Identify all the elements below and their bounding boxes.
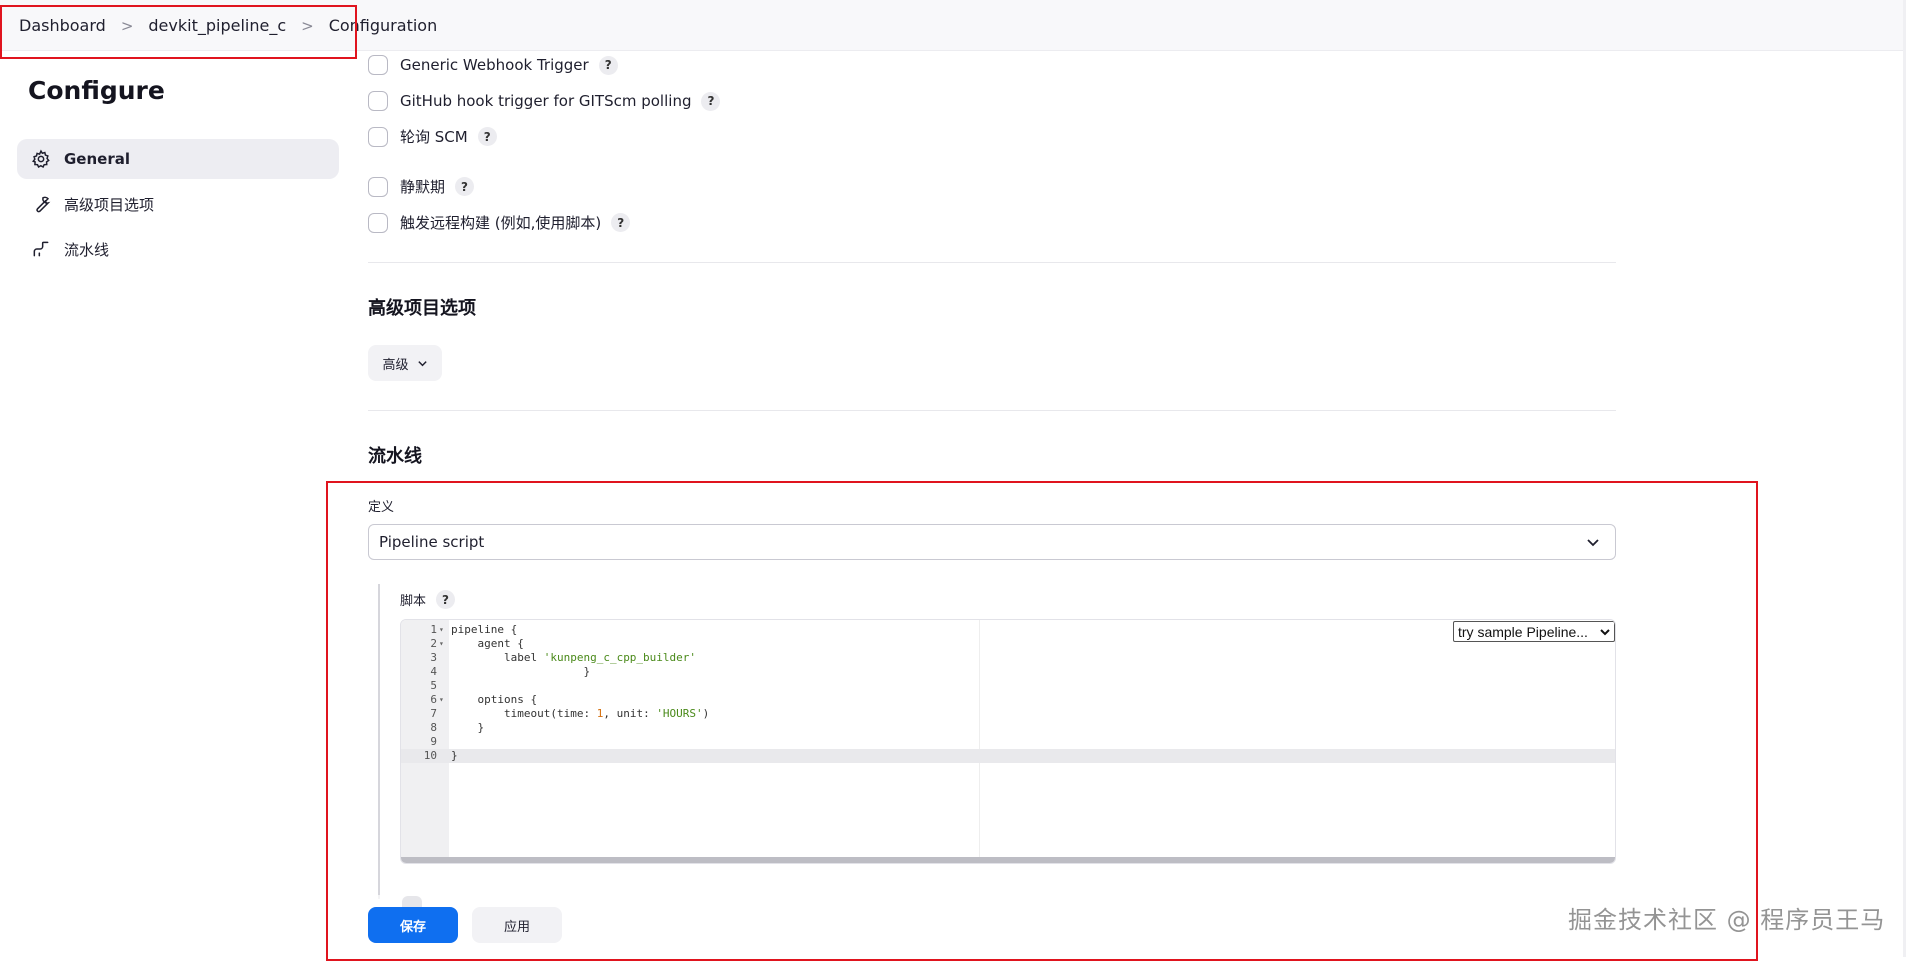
script-editor[interactable]: 1 ▾ pipeline {2 ▾ agent {3 label 'kunpeng_c… <box>400 619 1616 864</box>
sidebar-item-label: General <box>64 150 130 168</box>
sidebar-item-general[interactable]: General <box>17 139 339 179</box>
sample-pipeline-select-value: try sample Pipeline... <box>1458 623 1588 640</box>
definition-select[interactable]: Pipeline script <box>368 524 1616 560</box>
trigger-remote-build: 触发远程构建 (例如,使用脚本) ? <box>368 212 631 233</box>
apply-button[interactable]: 应用 <box>472 907 562 943</box>
line-number: 8 <box>430 721 437 734</box>
trigger-poll-scm: 轮询 SCM ? <box>368 126 497 147</box>
sidebar-item-pipeline[interactable]: 流水线 <box>17 229 339 269</box>
help-icon[interactable]: ? <box>455 177 475 196</box>
definition-select-value: Pipeline script <box>379 533 485 551</box>
trigger-generic-webhook: Generic Webhook Trigger ? <box>368 55 618 75</box>
chevron-down-icon <box>417 358 428 369</box>
editor-line[interactable]: 6 ▾ options { <box>401 693 1615 707</box>
code-text: options { <box>451 693 538 706</box>
editor-line[interactable]: 4 } <box>401 665 1615 679</box>
section-title-pipeline: 流水线 <box>368 446 422 467</box>
checkbox-label[interactable]: Generic Webhook Trigger <box>400 56 589 74</box>
line-number: 10 <box>423 749 437 762</box>
help-icon[interactable]: ? <box>611 213 631 232</box>
editor-horizontal-scrollbar[interactable] <box>401 857 1615 863</box>
pipeline-icon <box>30 238 52 260</box>
line-number: 1 <box>430 623 437 636</box>
definition-label: 定义 <box>368 500 395 515</box>
checkbox[interactable] <box>368 126 388 147</box>
code-text: pipeline { <box>451 623 518 636</box>
breadcrumb: Dashboard > devkit_pipeline_c > Configur… <box>19 16 437 35</box>
editor-line[interactable]: 8 } <box>401 721 1615 735</box>
code-text: } <box>451 749 458 762</box>
checkbox-label[interactable]: GitHub hook trigger for GITScm polling <box>400 92 691 110</box>
breadcrumb-job[interactable]: devkit_pipeline_c <box>148 16 286 35</box>
trigger-github-hook: GitHub hook trigger for GITScm polling ? <box>368 91 721 111</box>
editor-line[interactable]: 9 <box>401 735 1615 749</box>
advanced-button-label: 高级 <box>382 357 409 373</box>
fold-arrow-icon[interactable]: ▾ <box>439 637 444 651</box>
help-icon[interactable]: ? <box>701 91 721 111</box>
editor-line[interactable]: 5 <box>401 679 1615 693</box>
line-number: 6 <box>430 693 437 706</box>
breadcrumb-dashboard[interactable]: Dashboard <box>19 16 106 35</box>
code-text: } <box>451 721 485 734</box>
line-number: 2 <box>430 637 437 650</box>
script-label-row: 脚本 ? <box>400 590 456 609</box>
help-icon[interactable]: ? <box>477 127 497 146</box>
breadcrumb-separator-icon: > <box>120 16 134 35</box>
checkbox-label[interactable]: 静默期 <box>400 176 445 197</box>
chevron-down-icon <box>1585 534 1601 554</box>
gear-icon <box>30 148 52 170</box>
line-number: 4 <box>430 665 437 678</box>
line-number: 5 <box>430 679 437 692</box>
sidebar-item-label: 流水线 <box>64 240 110 259</box>
fold-arrow-icon[interactable]: ▾ <box>439 693 444 707</box>
editor-line[interactable]: 2 ▾ agent { <box>401 637 1615 651</box>
save-button[interactable]: 保存 <box>368 907 458 943</box>
line-number: 7 <box>430 707 437 720</box>
editor-line[interactable]: 7 timeout(time: 1, unit: 'HOURS') <box>401 707 1615 721</box>
code-text: } <box>451 665 591 678</box>
checkbox[interactable] <box>368 91 388 111</box>
wrench-icon <box>30 193 52 215</box>
fold-arrow-icon[interactable]: ▾ <box>439 623 444 637</box>
page-title: Configure <box>28 76 165 105</box>
divider <box>368 262 1616 263</box>
checkbox[interactable] <box>368 55 388 75</box>
breadcrumb-configuration[interactable]: Configuration <box>329 16 438 35</box>
divider <box>368 410 1616 411</box>
help-icon[interactable]: ? <box>436 590 456 609</box>
line-number: 9 <box>430 735 437 748</box>
sample-pipeline-select[interactable]: try sample Pipeline... <box>1453 621 1615 642</box>
chevron-down-icon <box>1599 625 1611 641</box>
code-text: label 'kunpeng_c_cpp_builder' <box>451 651 697 664</box>
section-title-advanced: 高级项目选项 <box>368 298 476 319</box>
checkbox-label[interactable]: 触发远程构建 (例如,使用脚本) <box>400 212 601 233</box>
code-text: timeout(time: 1, unit: 'HOURS') <box>451 707 710 720</box>
checkbox-label[interactable]: 轮询 SCM <box>400 126 468 147</box>
script-label: 脚本 <box>400 594 427 609</box>
trigger-quiet-period: 静默期 ? <box>368 176 475 197</box>
help-icon[interactable]: ? <box>598 55 618 75</box>
breadcrumb-separator-icon: > <box>301 16 314 35</box>
script-indent-bar <box>378 584 380 899</box>
sidebar-item-advanced[interactable]: 高级项目选项 <box>17 184 339 224</box>
sidebar-item-label: 高级项目选项 <box>64 195 155 214</box>
editor-line[interactable]: 3 label 'kunpeng_c_cpp_builder' <box>401 651 1615 665</box>
checkbox[interactable] <box>368 176 388 197</box>
watermark: 掘金技术社区 @ 程序员王马 <box>1568 906 1886 934</box>
breadcrumb-bar: Dashboard > devkit_pipeline_c > Configur… <box>0 0 1906 51</box>
editor-line[interactable]: 1 ▾ pipeline { <box>401 623 1615 637</box>
line-number: 3 <box>430 651 437 664</box>
editor-line[interactable]: 10} <box>401 749 1615 763</box>
code-text: agent { <box>451 637 524 650</box>
advanced-toggle-button[interactable]: 高级 <box>368 345 442 381</box>
checkbox[interactable] <box>368 212 388 233</box>
